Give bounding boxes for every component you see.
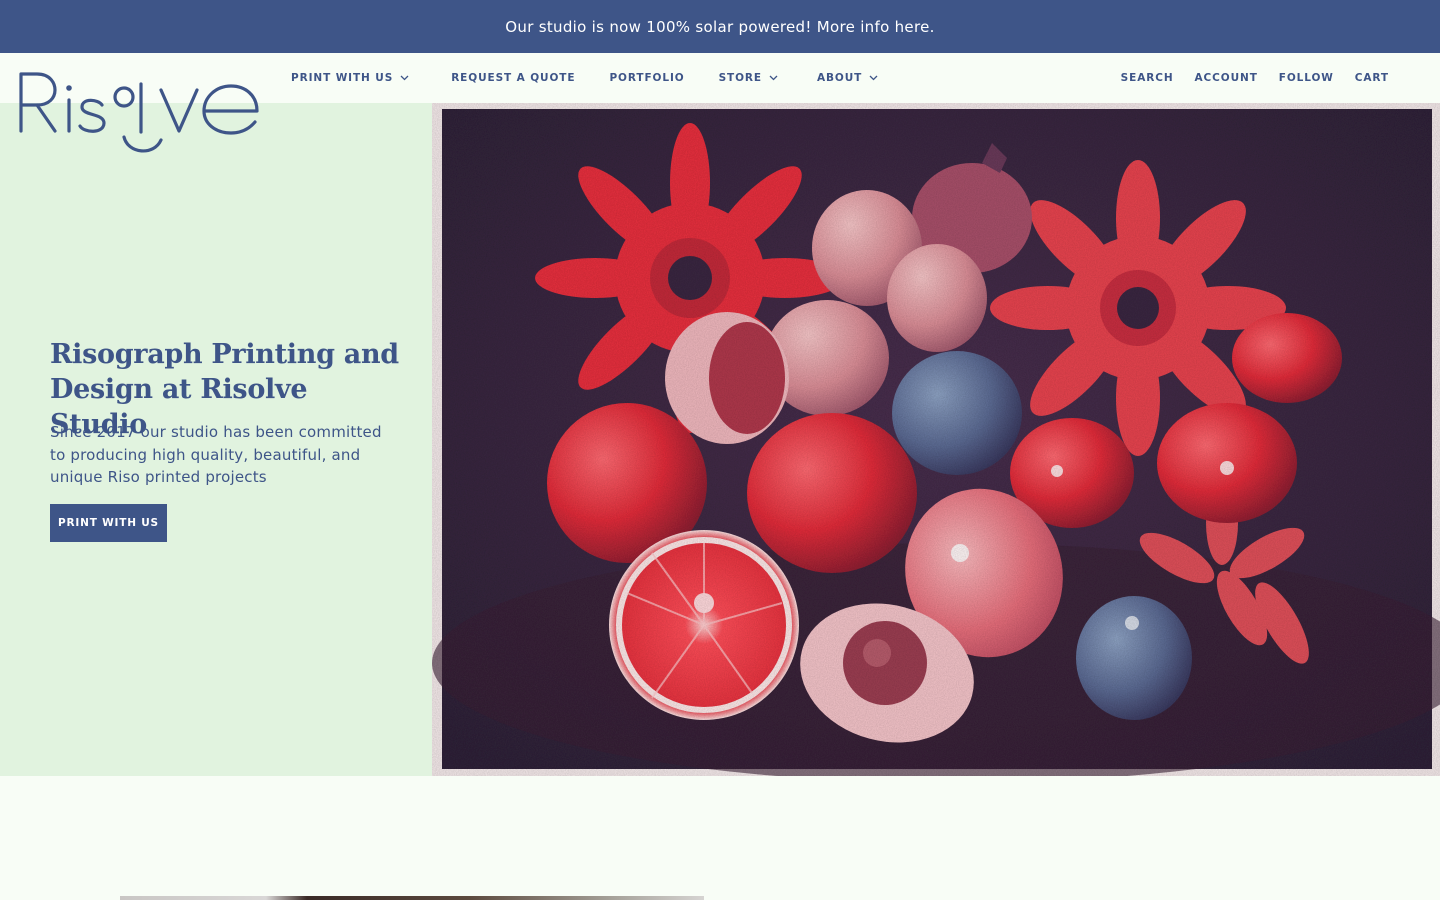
nav-follow[interactable]: FOLLOW bbox=[1279, 72, 1334, 84]
nav-item-label: SEARCH bbox=[1120, 72, 1174, 84]
nav-item-label: CART bbox=[1354, 72, 1389, 84]
nav-print-with-us[interactable]: PRINT WITH US bbox=[291, 72, 409, 84]
nav-cart[interactable]: CART bbox=[1355, 72, 1389, 84]
nav-request-a-quote[interactable]: REQUEST A QUOTE bbox=[451, 72, 575, 84]
print-with-us-button[interactable]: PRINT WITH US bbox=[50, 504, 167, 542]
announcement-bar[interactable]: Our studio is now 100% solar powered! Mo… bbox=[0, 0, 1440, 53]
utility-navigation: SEARCH ACCOUNT FOLLOW CART bbox=[1121, 53, 1389, 103]
risolve-logo[interactable] bbox=[18, 70, 262, 156]
hero-subtitle: Since 2017 our studio has been committed… bbox=[50, 423, 382, 486]
chevron-down-icon bbox=[769, 75, 778, 81]
nav-portfolio[interactable]: PORTFOLIO bbox=[609, 72, 684, 84]
nav-item-label: PORTFOLIO bbox=[609, 72, 685, 84]
chevron-down-icon bbox=[869, 75, 878, 81]
nav-item-label: STORE bbox=[718, 72, 762, 84]
announcement-text[interactable]: Our studio is now 100% solar powered! Mo… bbox=[505, 18, 934, 36]
nav-item-label: PRINT WITH US bbox=[291, 72, 394, 84]
nav-item-label: FOLLOW bbox=[1278, 72, 1334, 84]
nav-account[interactable]: ACCOUNT bbox=[1195, 72, 1258, 84]
nav-item-label: ACCOUNT bbox=[1194, 72, 1258, 84]
chevron-down-icon bbox=[400, 75, 409, 81]
nav-search[interactable]: SEARCH bbox=[1121, 72, 1174, 84]
hero-image bbox=[432, 103, 1440, 776]
nav-item-label: ABOUT bbox=[817, 72, 863, 84]
nav-item-label: REQUEST A QUOTE bbox=[451, 72, 576, 84]
main-navigation: PRINT WITH US REQUEST A QUOTE PORTFOLIO … bbox=[291, 53, 878, 103]
nav-about[interactable]: ABOUT bbox=[817, 72, 878, 84]
nav-store[interactable]: STORE bbox=[719, 72, 778, 84]
next-section-image bbox=[120, 896, 704, 900]
logo-wordmark-icon bbox=[19, 72, 259, 153]
riso-still-life-flowers-fruit-image bbox=[432, 103, 1440, 776]
